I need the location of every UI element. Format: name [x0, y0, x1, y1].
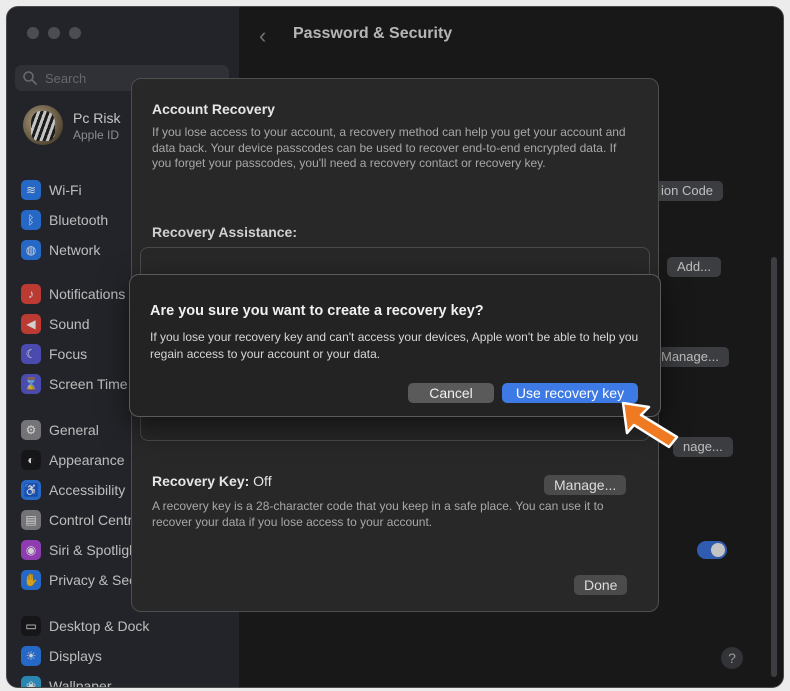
use-recovery-key-button[interactable]: Use recovery key — [502, 383, 638, 403]
recovery-key-description: A recovery key is a 28-character code th… — [152, 499, 604, 529]
sheet-title: Account Recovery — [152, 101, 275, 117]
confirm-recovery-key-alert: Are you sure you want to create a recove… — [129, 274, 661, 417]
recovery-key-label: Recovery Key: — [152, 473, 250, 489]
pointer-arrow-icon — [621, 401, 679, 449]
done-button[interactable]: Done — [574, 575, 628, 595]
alert-question: Are you sure you want to create a recove… — [150, 303, 484, 319]
system-settings-window: Search Pc Risk Apple ID ≋ Wi-Fi ᛒ Bluetooth… — [6, 6, 784, 688]
sheet-description: If you lose access to your account, a re… — [152, 125, 626, 170]
recovery-key-status: Off — [253, 473, 272, 489]
alert-message: If you lose your recovery key and can't … — [150, 330, 639, 361]
recovery-key-row: Recovery Key: Off — [152, 473, 272, 489]
cancel-button[interactable]: Cancel — [408, 383, 494, 403]
recovery-assistance-title: Recovery Assistance: — [152, 224, 298, 240]
recovery-key-manage-button[interactable]: Manage... — [544, 475, 627, 495]
